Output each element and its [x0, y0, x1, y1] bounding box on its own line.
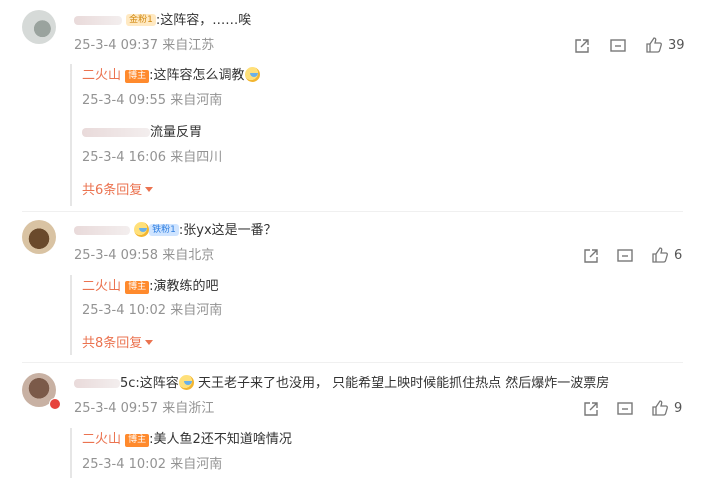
location: 来自江苏: [162, 38, 215, 53]
fan-emoji-icon: [134, 222, 150, 237]
reply-meta: 25-3-4 09:55 来自河南: [82, 93, 223, 108]
comment-meta: 25-3-4 09:57 来自浙江: [74, 401, 215, 416]
blurred-username[interactable]: [74, 226, 130, 235]
reply-text: 二火山 博主:这阵容怎么调教: [82, 67, 260, 85]
fan-badge: 金粉1: [126, 14, 156, 26]
blurred-username[interactable]: [82, 128, 150, 137]
reply-text: 流量反胃: [82, 124, 202, 142]
reply-divider: [70, 428, 72, 478]
reply-text: 二火山 博主:美人鱼2还不知道啥情况: [82, 432, 292, 447]
like-icon[interactable]: [651, 246, 669, 264]
reply-meta: 25-3-4 16:06 来自四川: [82, 150, 223, 165]
avatar[interactable]: [22, 220, 56, 254]
comment-meta: 25-3-4 09:58 来自北京: [74, 248, 215, 263]
like-count: 9: [674, 401, 683, 416]
host-badge: 博主: [125, 281, 150, 294]
reply-meta: 25-3-4 10:02 来自河南: [82, 303, 223, 318]
timestamp: 25-3-4 09:37: [74, 38, 159, 53]
verified-badge-icon: [49, 398, 61, 410]
like-count: 6: [674, 248, 683, 263]
host-badge: 博主: [125, 70, 150, 83]
divider: [22, 362, 683, 363]
laugh-cry-emoji-icon: [244, 67, 260, 82]
caret-down-icon: [145, 187, 154, 192]
comment-text: 铁粉1:张yx这是一番？: [74, 222, 277, 240]
comment-text: 金粉1:这阵容，……唉: [74, 12, 251, 30]
share-icon[interactable]: [582, 247, 600, 265]
reply-text: 二火山 博主:演教练的吧: [82, 279, 219, 294]
divider: [22, 211, 683, 212]
fan-badge: 铁粉1: [149, 224, 179, 236]
more-replies-link[interactable]: 共6条回复: [82, 182, 154, 200]
reply-author[interactable]: 二火山: [82, 68, 121, 83]
comment-meta: 25-3-4 09:37 来自江苏: [74, 37, 214, 55]
comment-icon[interactable]: [609, 37, 627, 55]
like-count: 39: [668, 38, 685, 53]
blurred-username[interactable]: [74, 379, 120, 388]
reply-author[interactable]: 二火山: [82, 432, 121, 447]
comment-icon[interactable]: [616, 400, 634, 418]
laugh-cry-emoji-icon: [178, 375, 194, 390]
reply-author[interactable]: 二火山: [82, 279, 121, 294]
comment-text: 5c:这阵容 天王老子来了也没用， 只能希望上映时候能抓住热点 然后爆炸一波票房: [74, 375, 609, 393]
like-icon[interactable]: [645, 36, 663, 54]
share-icon[interactable]: [582, 400, 600, 418]
blurred-username[interactable]: [74, 16, 122, 25]
caret-down-icon: [145, 340, 154, 345]
reply-divider: [70, 275, 72, 355]
share-icon[interactable]: [573, 37, 591, 55]
host-badge: 博主: [125, 434, 150, 447]
reply-divider: [70, 64, 72, 206]
more-replies-link[interactable]: 共8条回复: [82, 335, 154, 353]
reply-meta: 25-3-4 10:02 来自河南: [82, 457, 223, 472]
avatar[interactable]: [22, 10, 56, 44]
like-icon[interactable]: [651, 399, 669, 417]
comment-icon[interactable]: [616, 247, 634, 265]
